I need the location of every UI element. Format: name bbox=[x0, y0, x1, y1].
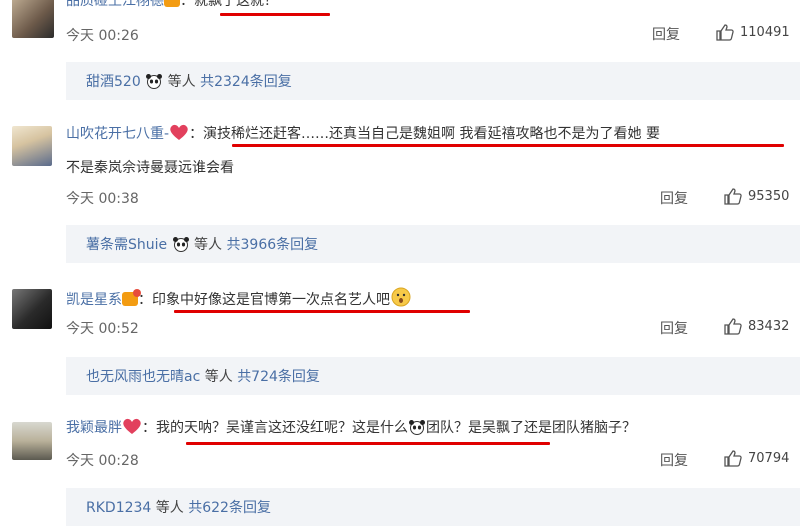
thumbs-up-icon bbox=[724, 450, 742, 467]
comment-content: ：我的天呐？吴谨言这还没红呢？这是什么 bbox=[142, 420, 408, 436]
reply-button[interactable]: 回复 bbox=[660, 318, 688, 338]
like-button[interactable]: 110491 bbox=[716, 24, 790, 41]
reply-summary-text[interactable]: RKD1234 等人 共622条回复 bbox=[86, 497, 271, 517]
reply-summary-text[interactable]: 薯条需Shuie 等人 共3966条回复 bbox=[86, 234, 318, 254]
comment-content: ：演技稀烂还赶客……还真当自己是魏姐啊 我看延禧攻略也不是为了看她 要 bbox=[189, 126, 660, 142]
comment-item: 品质碰王江栩德 ：就飘了这就？ 今天 00:26 回复 110491 甜酒520 … bbox=[0, 0, 800, 100]
reply-button[interactable]: 回复 bbox=[660, 188, 688, 208]
comment-content-2: 团队？是吴飘了还是团队猪脑子？ bbox=[426, 420, 636, 436]
reply-others: 等人 bbox=[194, 237, 223, 253]
comment-text: 品质碰王江栩德 ：就飘了这就？ bbox=[66, 0, 278, 11]
comment-username[interactable]: 品质碰王江栩德 bbox=[66, 0, 164, 9]
reply-summary[interactable]: RKD1234 等人 共622条回复 bbox=[66, 488, 800, 526]
reply-others: 等人 bbox=[204, 369, 233, 385]
comment-username[interactable]: 我颖最胖 bbox=[66, 420, 122, 436]
thumbs-up-icon bbox=[724, 318, 742, 335]
thumbs-up-icon bbox=[716, 24, 734, 41]
highlight-underline bbox=[186, 442, 550, 445]
comment-time: 今天 00:26 bbox=[66, 28, 139, 44]
highlight-underline bbox=[232, 144, 784, 147]
reply-summary[interactable]: 也无风雨也无晴ac 等人 共724条回复 bbox=[66, 357, 800, 395]
reply-count[interactable]: 共2324条回复 bbox=[200, 74, 292, 90]
reply-count[interactable]: 共622条回复 bbox=[188, 500, 271, 516]
comment-content: ：印象中好像这是官博第一次点名艺人吧 bbox=[138, 292, 390, 308]
reply-count[interactable]: 共724条回复 bbox=[237, 369, 320, 385]
comment-text-line1: 山吹花开七八重- ：演技稀烂还赶客……还真当自己是魏姐啊 我看延禧攻略也不是为了看… bbox=[66, 123, 660, 144]
reply-button[interactable]: 回复 bbox=[652, 24, 680, 44]
comment-content: ：就飘了这就？ bbox=[180, 0, 278, 9]
heart-icon bbox=[123, 418, 141, 434]
panda-face-icon bbox=[409, 420, 425, 435]
comment-item: 凯是星系 ：印象中好像这是官博第一次点名艺人吧 今天 00:52 回复 83432… bbox=[0, 280, 800, 400]
like-button[interactable]: 95350 bbox=[724, 188, 789, 205]
highlight-underline bbox=[174, 310, 470, 313]
reply-names[interactable]: 薯条需Shuie bbox=[86, 237, 167, 253]
reply-summary[interactable]: 甜酒520 等人 共2324条回复 bbox=[66, 62, 800, 100]
reply-names[interactable]: RKD1234 bbox=[86, 500, 151, 516]
reply-count[interactable]: 共3966条回复 bbox=[227, 237, 319, 253]
like-count: 83432 bbox=[748, 319, 790, 334]
comment-time: 今天 00:28 bbox=[66, 453, 139, 469]
avatar[interactable] bbox=[12, 289, 52, 329]
like-button[interactable]: 70794 bbox=[724, 450, 789, 467]
comment-username[interactable]: 凯是星系 bbox=[66, 292, 122, 308]
avatar[interactable] bbox=[12, 0, 54, 38]
like-count: 95350 bbox=[748, 189, 790, 204]
comment-time: 今天 00:52 bbox=[66, 321, 139, 337]
comment-username[interactable]: 山吹花开七八重- bbox=[66, 126, 169, 142]
reply-button[interactable]: 回复 bbox=[660, 450, 688, 470]
reply-summary[interactable]: 薯条需Shuie 等人 共3966条回复 bbox=[66, 225, 800, 263]
reply-names[interactable]: 也无风雨也无晴ac bbox=[86, 369, 200, 385]
panda-icon bbox=[172, 237, 189, 252]
surprised-face-icon bbox=[391, 287, 411, 307]
like-button[interactable]: 83432 bbox=[724, 318, 789, 335]
panda-icon bbox=[146, 74, 163, 89]
badge-icon bbox=[122, 289, 141, 306]
reply-names[interactable]: 甜酒520 bbox=[86, 74, 141, 90]
highlight-underline bbox=[220, 13, 330, 16]
comment-time: 今天 00:38 bbox=[66, 191, 139, 207]
comment-item: 我颖最胖 ：我的天呐？吴谨言这还没红呢？这是什么 团队？是吴飘了还是团队猪脑子？ 今… bbox=[0, 410, 800, 531]
badge-icon bbox=[164, 0, 180, 7]
reply-summary-text[interactable]: 也无风雨也无晴ac 等人 共724条回复 bbox=[86, 366, 320, 386]
like-count: 110491 bbox=[740, 25, 790, 40]
comment-text-line2: 不是秦岚佘诗曼聂远谁会看 bbox=[66, 160, 234, 176]
reply-summary-text[interactable]: 甜酒520 等人 共2324条回复 bbox=[86, 71, 292, 91]
heart-icon bbox=[170, 124, 188, 140]
reply-others: 等人 bbox=[155, 500, 184, 516]
like-count: 70794 bbox=[748, 451, 790, 466]
avatar[interactable] bbox=[12, 126, 52, 166]
comment-item: 山吹花开七八重- ：演技稀烂还赶客……还真当自己是魏姐啊 我看延禧攻略也不是为了看… bbox=[0, 118, 800, 263]
comment-text: 我颖最胖 ：我的天呐？吴谨言这还没红呢？这是什么 团队？是吴飘了还是团队猪脑子？ bbox=[66, 417, 636, 438]
reply-others: 等人 bbox=[167, 74, 196, 90]
avatar[interactable] bbox=[12, 422, 52, 460]
thumbs-up-icon bbox=[724, 188, 742, 205]
comment-text: 凯是星系 ：印象中好像这是官博第一次点名艺人吧 bbox=[66, 287, 412, 310]
